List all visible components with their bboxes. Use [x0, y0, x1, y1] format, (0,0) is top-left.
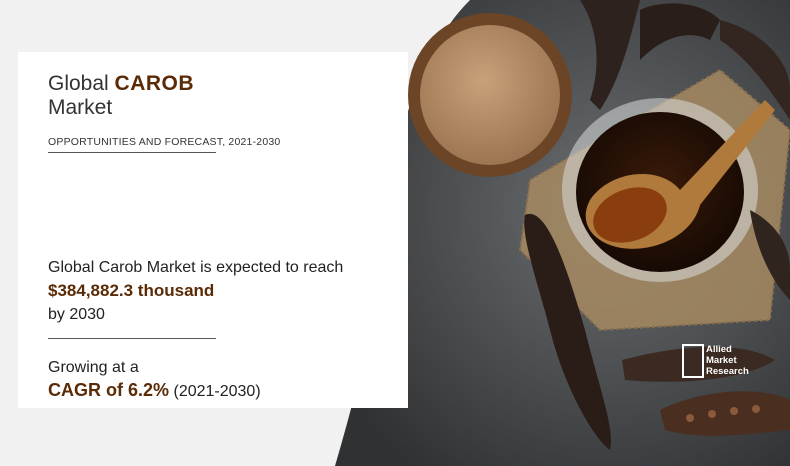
logo-line-2: Market	[706, 355, 737, 366]
info-card: Global CAROB Market OPPORTUNITIES AND FO…	[18, 52, 408, 408]
statement-suffix: by 2030	[48, 306, 105, 323]
growth-prefix: Growing at a	[48, 359, 139, 376]
title-suffix: Market	[48, 96, 113, 119]
statement-value: $384,882.3 thousand	[48, 281, 215, 300]
logo-text: Allied Market Research	[706, 344, 749, 377]
growth-cagr: CAGR of 6.2%	[48, 380, 170, 400]
divider-top	[48, 152, 216, 153]
divider-bottom	[48, 338, 216, 339]
subtitle: OPPORTUNITIES AND FORECAST, 2021-2030	[48, 136, 281, 148]
page-title: Global CAROB Market	[48, 72, 194, 120]
growth-statement: Growing at a CAGR of 6.2% (2021-2030)	[48, 356, 261, 403]
logo-line-1: Allied	[706, 344, 732, 355]
title-highlight: CAROB	[114, 72, 195, 95]
logo-mark-icon	[682, 344, 704, 378]
statement-prefix: Global Carob Market is expected to reach	[48, 259, 344, 276]
title-prefix: Global	[48, 72, 109, 95]
logo-line-3: Research	[706, 366, 749, 377]
market-statement: Global Carob Market is expected to reach…	[48, 256, 348, 326]
growth-period: (2021-2030)	[173, 383, 261, 400]
allied-market-research-logo: Allied Market Research	[682, 344, 762, 382]
